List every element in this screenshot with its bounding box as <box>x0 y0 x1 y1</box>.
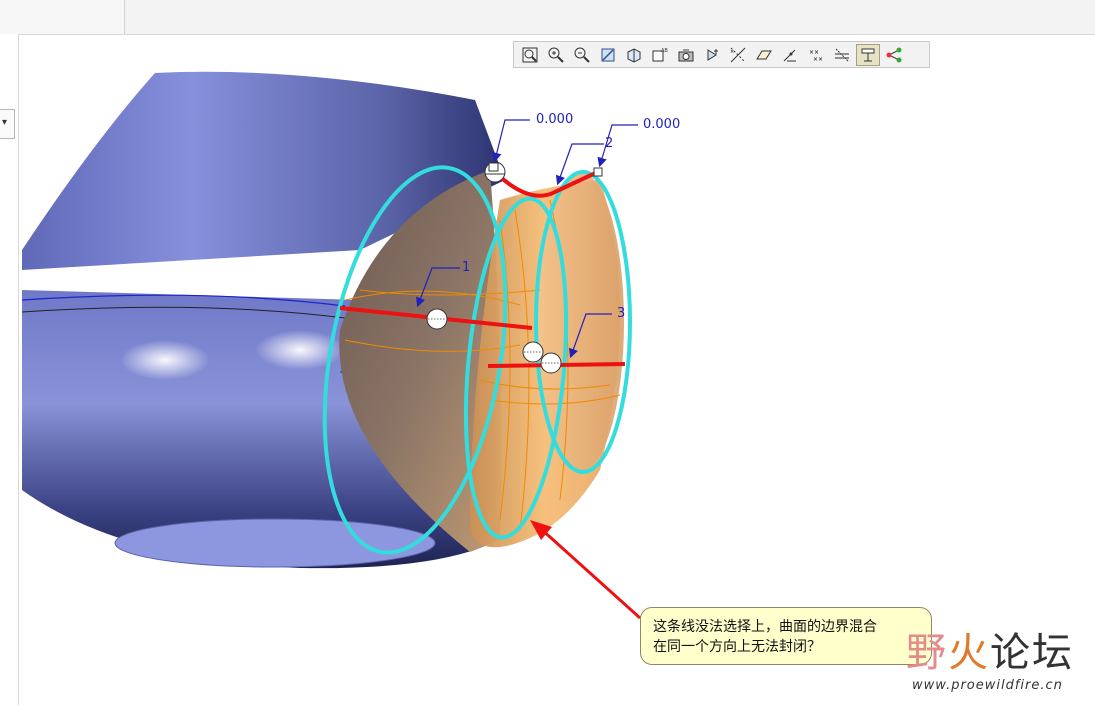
view-manager-icon <box>678 48 694 61</box>
callout-line-1: 这条线没法选择上，曲面的边界混合 <box>653 619 877 635</box>
drag-handle[interactable] <box>540 352 562 374</box>
callout-line-2: 在同一个方向上无法封闭？ <box>653 639 821 655</box>
datum-planes-button[interactable] <box>752 44 776 66</box>
refit-icon <box>522 47 538 62</box>
zoom-in-button[interactable] <box>544 44 568 66</box>
spin-center-icon <box>707 48 718 61</box>
display-style-icon <box>627 47 641 63</box>
zoom-in-icon <box>548 47 564 63</box>
annotations-button[interactable] <box>830 44 854 66</box>
annotations-icon <box>835 48 849 61</box>
coordinate-systems-button[interactable]: ×× ×× <box>804 44 828 66</box>
tangency-handle[interactable] <box>484 161 506 183</box>
point-display-button[interactable] <box>778 44 802 66</box>
forum-watermark-logo: 野火论坛 <box>906 620 1074 678</box>
view-manager-button[interactable] <box>674 44 698 66</box>
svg-text:AB: AB <box>661 48 668 54</box>
bottom-hole <box>114 518 436 568</box>
datum-axes-button[interactable]: × <box>726 44 750 66</box>
display-style-button[interactable] <box>622 44 646 66</box>
curve-label-1: 1 <box>462 260 471 275</box>
refit-button[interactable] <box>518 44 542 66</box>
drag-handle[interactable] <box>522 341 544 363</box>
curve-label-2: 2 <box>605 136 614 151</box>
network-icon <box>886 47 902 62</box>
zoom-out-button[interactable] <box>570 44 594 66</box>
annotation-arrow <box>538 526 642 620</box>
point-display-icon <box>783 49 796 61</box>
svg-text:×: × <box>730 49 734 55</box>
svg-text:××: ×× <box>809 49 819 56</box>
saved-views-icon: AB <box>652 48 668 61</box>
datum-axes-icon: × <box>730 47 746 62</box>
drag-handle[interactable] <box>426 308 448 330</box>
watermark-url: www.proewildfire.cn <box>912 678 1063 693</box>
watermark-char-1: 野 <box>906 630 948 676</box>
view-toolbar: AB × ×× ×× <box>513 41 930 68</box>
datum-planes-icon <box>756 50 772 59</box>
dim-leader-top-left <box>492 119 530 163</box>
curve-label-3: 3 <box>617 306 626 321</box>
zoom-out-icon <box>574 47 590 63</box>
saved-views-button[interactable]: AB <box>648 44 672 66</box>
dim-value-top-right[interactable]: 0.000 <box>643 117 680 132</box>
dim-value-top-left[interactable]: 0.000 <box>536 112 573 127</box>
watermark-char-3: 论坛 <box>990 630 1074 676</box>
highlight <box>120 340 210 380</box>
3d-viewport[interactable] <box>0 0 1095 705</box>
endpoint-handle[interactable] <box>593 167 603 177</box>
annotation-callout: 这条线没法选择上，曲面的边界混合 在同一个方向上无法封闭？ <box>640 607 932 665</box>
model-tree-icon <box>861 48 875 61</box>
model-tree-toggle-button[interactable] <box>856 43 880 66</box>
spin-center-button[interactable] <box>700 44 724 66</box>
coordinate-systems-icon: ×××× <box>809 49 823 63</box>
repaint-button[interactable] <box>596 44 620 66</box>
watermark-char-2: 火 <box>948 630 990 676</box>
svg-text:××: ×× <box>813 56 823 63</box>
network-button[interactable] <box>882 44 906 66</box>
repaint-icon <box>601 48 615 61</box>
